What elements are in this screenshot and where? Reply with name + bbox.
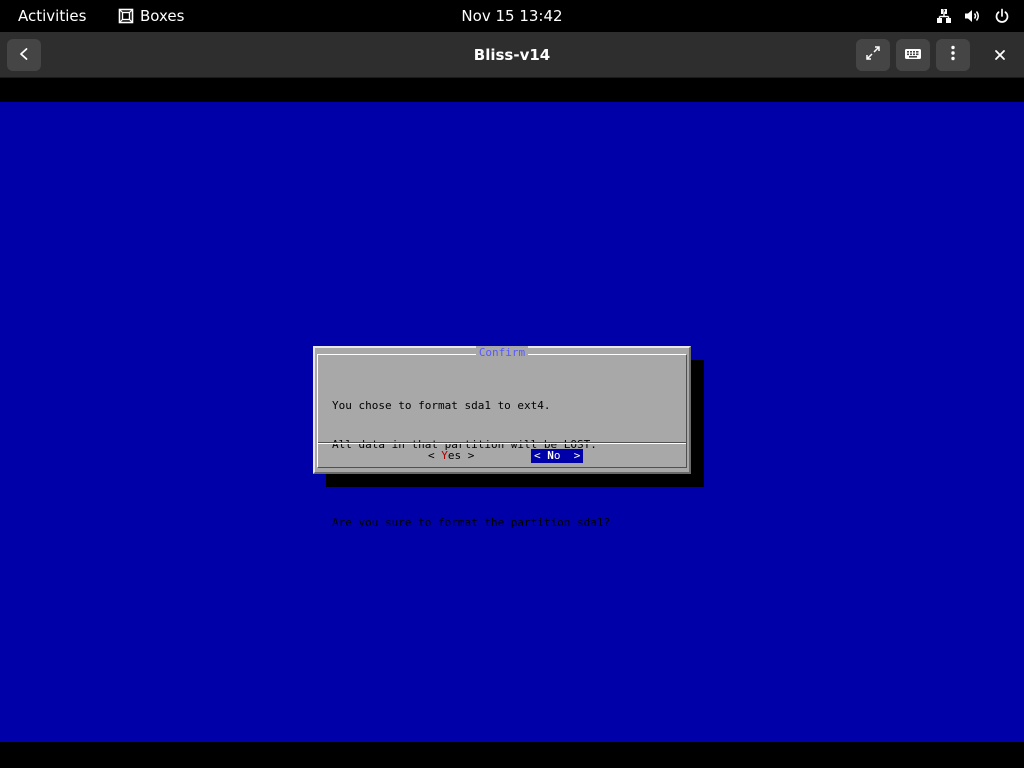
yes-button[interactable]: < Yes > <box>428 449 474 463</box>
gnome-top-bar: Activities Boxes Nov 15 13:42 ? <box>0 0 1024 32</box>
volume-icon <box>964 8 982 24</box>
menu-button[interactable] <box>936 39 970 71</box>
network-unknown-icon: ? <box>936 8 952 24</box>
fullscreen-icon <box>865 45 881 65</box>
system-status-area[interactable]: ? <box>936 0 1010 32</box>
no-hotkey: N <box>547 449 554 462</box>
keyboard-icon <box>904 46 922 65</box>
window-title: Bliss-v14 <box>473 46 551 64</box>
keyboard-button[interactable] <box>896 39 930 71</box>
no-label: o > <box>553 449 581 462</box>
back-icon <box>17 46 31 65</box>
confirm-dialog: Confirm You chose to format sda1 to ext4… <box>313 346 691 529</box>
yes-label: es > <box>447 449 475 462</box>
power-icon <box>994 8 1010 24</box>
no-button[interactable]: < No > <box>531 449 584 463</box>
fullscreen-button[interactable] <box>856 39 890 71</box>
vm-letterbox-top <box>0 79 1024 102</box>
close-icon <box>994 46 1006 65</box>
activities-button[interactable]: Activities <box>18 0 86 32</box>
menu-dots-icon <box>950 45 956 65</box>
yes-hotkey: Y <box>441 449 448 462</box>
close-button[interactable] <box>984 39 1016 71</box>
yes-bracket: < <box>428 449 442 462</box>
dialog-separator <box>318 442 686 444</box>
app-menu-button[interactable]: Boxes <box>118 0 184 32</box>
dialog-line: Are you sure to format the partition sda… <box>332 516 611 529</box>
dialog-message: You chose to format sda1 to ext4. All da… <box>332 373 610 555</box>
boxes-app-icon <box>118 8 134 24</box>
svg-text:?: ? <box>943 10 946 16</box>
back-button[interactable] <box>7 39 41 71</box>
activities-label: Activities <box>18 7 87 25</box>
dialog-title: Confirm <box>475 346 529 359</box>
vm-display[interactable]: Confirm You chose to format sda1 to ext4… <box>0 102 1024 742</box>
dialog-line: You chose to format sda1 to ext4. <box>332 399 551 412</box>
clock-button[interactable]: Nov 15 13:42 <box>461 7 562 25</box>
boxes-header-bar: Bliss-v14 <box>0 32 1024 78</box>
app-menu-label: Boxes <box>140 7 185 25</box>
vm-letterbox-bottom <box>0 742 1024 768</box>
no-bracket: < <box>534 449 548 462</box>
